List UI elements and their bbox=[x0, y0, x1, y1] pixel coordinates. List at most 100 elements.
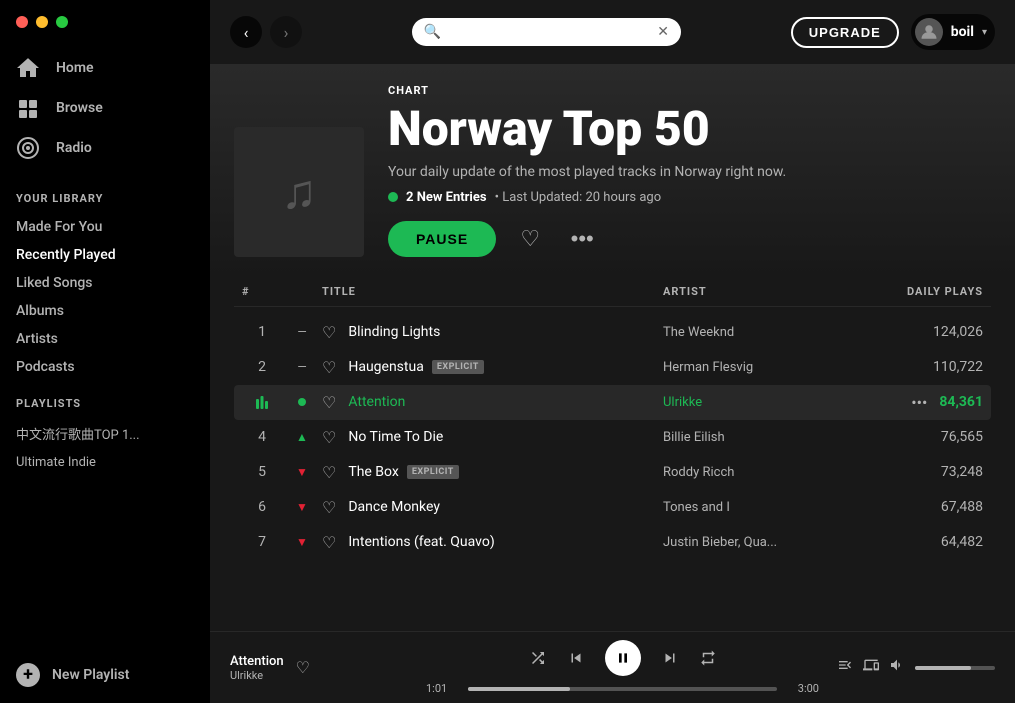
track-title-col: ♡ Dance Monkey bbox=[322, 498, 663, 517]
playlist-item-chinese[interactable]: 中文流行歌曲TOP 1... bbox=[0, 418, 210, 449]
track-plays: 73,248 bbox=[863, 464, 983, 480]
track-name-explicit: No Time To Die bbox=[348, 429, 443, 445]
track-like-button[interactable]: ♡ bbox=[322, 463, 336, 482]
table-row[interactable]: 5 ▼ ♡ The Box EXPLICIT Roddy Ricch 73,24… bbox=[234, 455, 991, 490]
track-name-explicit: Intentions (feat. Quavo) bbox=[348, 534, 494, 550]
search-input[interactable]: Norway's Spotify To bbox=[449, 25, 649, 40]
new-playlist-button[interactable]: + New Playlist bbox=[0, 647, 210, 703]
table-row[interactable]: 4 ▲ ♡ No Time To Die Billie Eilish 76,56… bbox=[234, 420, 991, 455]
track-like-button[interactable]: ♡ bbox=[322, 533, 336, 552]
track-change: ▼ bbox=[282, 535, 322, 549]
track-artist: The Weeknd bbox=[663, 325, 863, 340]
upgrade-button[interactable]: UPGRADE bbox=[791, 17, 899, 48]
new-entry-dot bbox=[298, 398, 306, 406]
pause-button[interactable]: PAUSE bbox=[388, 221, 496, 257]
track-number: 6 bbox=[242, 499, 282, 515]
track-change: ▲ bbox=[282, 430, 322, 444]
track-artist: Billie Eilish bbox=[663, 430, 863, 445]
col-artist: ARTIST bbox=[663, 285, 863, 298]
track-change: — bbox=[282, 325, 322, 339]
chart-title: Norway Top 50 bbox=[388, 103, 991, 156]
track-like-button[interactable]: ♡ bbox=[322, 428, 336, 447]
music-note-icon: ♫ bbox=[281, 163, 317, 220]
chart-options-button[interactable]: ••• bbox=[564, 221, 600, 257]
chart-description: Your daily update of the most played tra… bbox=[388, 164, 991, 180]
col-num: # bbox=[242, 285, 282, 298]
chart-info: CHART Norway Top 50 Your daily update of… bbox=[388, 84, 991, 257]
next-button[interactable] bbox=[661, 649, 679, 667]
track-change: — bbox=[282, 360, 322, 374]
volume-bar[interactable] bbox=[915, 666, 995, 670]
table-row[interactable]: ♡ Attention Ulrikke ••• 84,361 bbox=[234, 385, 991, 420]
current-time: 1:01 bbox=[426, 682, 458, 695]
track-options-button[interactable]: ••• bbox=[911, 393, 927, 412]
maximize-button[interactable] bbox=[56, 16, 68, 28]
col-title: TITLE bbox=[322, 285, 663, 298]
shuffle-button[interactable] bbox=[529, 649, 547, 667]
track-title-col: ♡ Attention bbox=[322, 393, 663, 412]
track-like-button[interactable]: ♡ bbox=[322, 358, 336, 377]
track-like-button[interactable]: ♡ bbox=[322, 323, 336, 342]
track-change bbox=[282, 398, 322, 406]
devices-button[interactable] bbox=[863, 657, 879, 678]
volume-button[interactable] bbox=[889, 657, 905, 678]
track-number: 4 bbox=[242, 429, 282, 445]
repeat-button[interactable] bbox=[699, 649, 717, 667]
chart-header: ♫ CHART Norway Top 50 Your daily update … bbox=[210, 64, 1015, 277]
library-label: YOUR LIBRARY bbox=[0, 176, 210, 213]
forward-button[interactable]: › bbox=[270, 16, 302, 48]
track-like-button[interactable]: ♡ bbox=[322, 498, 336, 517]
search-bar: 🔍 Norway's Spotify To ✕ bbox=[412, 18, 681, 46]
sidebar-item-podcasts[interactable]: Podcasts bbox=[0, 353, 210, 381]
like-chart-button[interactable]: ♡ bbox=[512, 221, 548, 257]
previous-button[interactable] bbox=[567, 649, 585, 667]
sidebar-item-label: Browse bbox=[56, 100, 103, 116]
table-row[interactable]: 7 ▼ ♡ Intentions (feat. Quavo) Justin Bi… bbox=[234, 525, 991, 560]
traffic-lights bbox=[0, 0, 210, 40]
track-like-button[interactable]: ♡ bbox=[322, 393, 336, 412]
track-artist: Herman Flesvig bbox=[663, 360, 863, 375]
progress-bar[interactable] bbox=[468, 687, 777, 691]
table-row[interactable]: 2 — ♡ Haugenstua EXPLICIT Herman Flesvig… bbox=[234, 350, 991, 385]
sidebar-item-radio[interactable]: Radio bbox=[0, 128, 210, 168]
sidebar-item-home[interactable]: Home bbox=[0, 48, 210, 88]
explicit-badge: EXPLICIT bbox=[407, 465, 459, 479]
user-name: boil bbox=[951, 24, 974, 40]
playlists-label: PLAYLISTS bbox=[0, 381, 210, 418]
track-number: 1 bbox=[242, 324, 282, 340]
nav-arrows: ‹ › bbox=[230, 16, 302, 48]
sidebar-item-recently-played[interactable]: Recently Played bbox=[0, 241, 210, 269]
close-button[interactable] bbox=[16, 16, 28, 28]
track-number: 2 bbox=[242, 359, 282, 375]
sidebar-item-liked-songs[interactable]: Liked Songs bbox=[0, 269, 210, 297]
sidebar-item-artists[interactable]: Artists bbox=[0, 325, 210, 353]
queue-button[interactable] bbox=[837, 657, 853, 678]
home-icon bbox=[16, 56, 40, 80]
track-number: 7 bbox=[242, 534, 282, 550]
new-entries-count: 2 New Entries bbox=[406, 190, 487, 205]
total-time: 3:00 bbox=[787, 682, 819, 695]
playlist-item-indie[interactable]: Ultimate Indie bbox=[0, 449, 210, 476]
table-row[interactable]: 1 — ♡ Blinding Lights The Weeknd 124,026 bbox=[234, 315, 991, 350]
tracklist: # TITLE ARTIST DAILY PLAYS 1 — ♡ Blindin… bbox=[210, 277, 1015, 631]
sidebar-item-albums[interactable]: Albums bbox=[0, 297, 210, 325]
volume-fill bbox=[915, 666, 971, 670]
main-nav: Home Browse bbox=[0, 40, 210, 176]
col-plays: DAILY PLAYS bbox=[863, 285, 983, 298]
back-button[interactable]: ‹ bbox=[230, 16, 262, 48]
track-plays: 76,565 bbox=[863, 429, 983, 445]
player-right bbox=[835, 657, 995, 678]
search-clear-button[interactable]: ✕ bbox=[657, 24, 669, 40]
sidebar-item-browse[interactable]: Browse bbox=[0, 88, 210, 128]
track-plays: 110,722 bbox=[863, 359, 983, 375]
player-like-button[interactable]: ♡ bbox=[296, 658, 310, 677]
chart-type-label: CHART bbox=[388, 84, 991, 97]
table-row[interactable]: 6 ▼ ♡ Dance Monkey Tones and I 67,488 bbox=[234, 490, 991, 525]
sidebar-item-made-for-you[interactable]: Made For You bbox=[0, 213, 210, 241]
track-name: No Time To Die bbox=[348, 429, 443, 445]
player-controls: 1:01 3:00 bbox=[426, 640, 819, 695]
play-pause-button[interactable] bbox=[605, 640, 641, 676]
user-menu[interactable]: boil ▾ bbox=[911, 14, 995, 50]
minimize-button[interactable] bbox=[36, 16, 48, 28]
progress-fill bbox=[468, 687, 570, 691]
